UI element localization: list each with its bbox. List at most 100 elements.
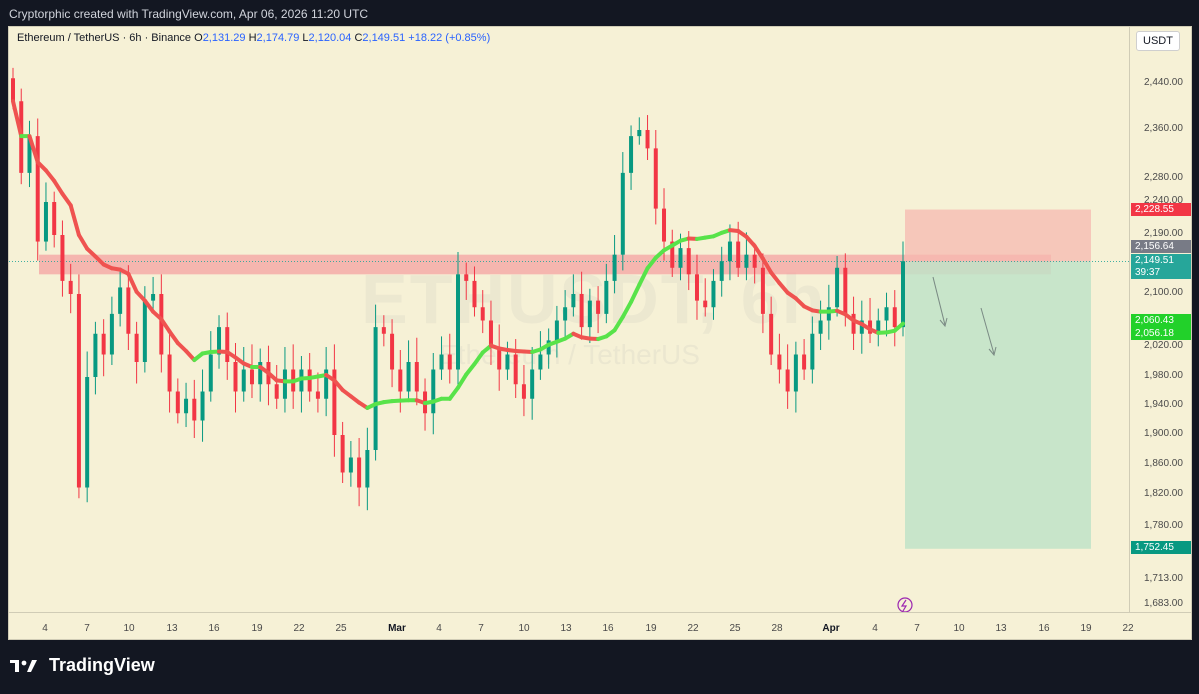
time-tick: 7	[84, 623, 90, 634]
candle-body	[225, 327, 230, 362]
time-tick: 4	[872, 623, 878, 634]
candle-body	[68, 280, 73, 294]
price-tick: 2,190.00	[1144, 228, 1183, 239]
candle-body	[637, 130, 642, 137]
candle-body	[744, 254, 749, 268]
symbol-label: Ethereum / TetherUS · 6h · Binance	[17, 32, 192, 44]
time-tick: 10	[953, 623, 965, 634]
candle-body	[348, 457, 353, 473]
candle-body	[686, 248, 691, 275]
candle-body	[480, 307, 485, 321]
time-tick: 19	[1080, 623, 1092, 634]
candle-body	[398, 369, 403, 392]
candle-body	[109, 313, 114, 355]
target-high-label: 2,228.55	[1131, 203, 1191, 216]
time-tick: 4	[42, 623, 48, 634]
close-value: 2,149.51	[362, 32, 406, 44]
candle-body	[85, 377, 90, 488]
candle-body	[563, 307, 568, 321]
moving-average-segment	[472, 350, 485, 366]
low-value: 2,120.04	[308, 32, 352, 44]
time-axis[interactable]: 4 7 10 13 16 19 22 25 Mar 4 7 10 13 16 1…	[9, 612, 1191, 641]
candle-body	[612, 254, 617, 281]
lightning-glyph	[900, 599, 908, 612]
candle-body	[810, 333, 815, 370]
candle-body	[365, 450, 370, 488]
candle-body	[126, 287, 131, 334]
time-tick: 13	[995, 623, 1007, 634]
chart-panel[interactable]: ETHUSDT, 6h Ethereum / TetherUS Ethereum…	[8, 26, 1192, 640]
candle-body	[596, 300, 601, 314]
candle-body	[142, 300, 147, 362]
time-tick: 16	[602, 623, 614, 634]
candle-body	[373, 327, 378, 450]
moving-average-segment	[43, 168, 57, 183]
candle-body	[530, 369, 535, 399]
time-tick: 22	[687, 623, 699, 634]
ma-label-a: 2,060.43	[1131, 314, 1191, 327]
candle-body	[241, 369, 246, 392]
candle-body	[521, 384, 526, 399]
candle-body	[357, 457, 362, 488]
candle-body	[727, 241, 732, 262]
time-tick: 10	[123, 623, 135, 634]
time-tick: 19	[251, 623, 263, 634]
open-key: O	[194, 32, 203, 44]
lightning-event-icon	[897, 597, 913, 612]
candle-body	[579, 294, 584, 328]
candle-body	[456, 274, 460, 370]
price-tick: 1,860.00	[1144, 458, 1183, 469]
candle-body	[711, 280, 716, 308]
candle-body	[151, 294, 156, 301]
tradingview-wordmark: TradingView	[49, 655, 155, 675]
candle-body	[587, 300, 592, 328]
candle-body	[769, 313, 774, 355]
moving-average-segment	[620, 299, 634, 319]
top-bar: Cryptorphic created with TradingView.com…	[0, 0, 1199, 26]
price-tick: 1,780.00	[1144, 520, 1183, 531]
candle-body	[802, 354, 807, 370]
moving-average-segment	[52, 178, 65, 196]
candle-body	[777, 354, 782, 370]
time-tick: 10	[518, 623, 530, 634]
price-plot[interactable]	[9, 27, 1129, 612]
candle-body	[52, 202, 57, 235]
moving-average-segment	[60, 191, 73, 208]
candle-body	[604, 280, 609, 314]
candle-body	[472, 280, 477, 308]
ma-label-b: 2,056.18	[1131, 327, 1191, 340]
candle-body	[439, 354, 444, 370]
time-tick: 25	[729, 623, 741, 634]
candle-body	[818, 320, 823, 334]
time-tick: 4	[436, 623, 442, 634]
time-tick: 19	[645, 623, 657, 634]
open-value: 2,131.29	[202, 32, 246, 44]
moving-average-segment	[76, 233, 90, 251]
candle-body	[620, 172, 625, 255]
tradingview-logo-icon	[10, 660, 37, 673]
resistance-zone	[39, 254, 1051, 275]
moving-average-segment	[464, 362, 477, 377]
price-axis[interactable]: USDT 2,440.00 2,360.00 2,280.00 2,240.00…	[1129, 27, 1193, 612]
candle-body	[184, 398, 189, 414]
level-label: 2,156.64	[1131, 240, 1191, 253]
candle-body	[662, 208, 667, 242]
candle-body	[538, 354, 543, 370]
price-tick: 2,360.00	[1144, 123, 1183, 134]
candle-body	[60, 235, 65, 281]
candle-body	[118, 287, 123, 314]
candle-body	[274, 384, 279, 399]
ohlc-legend: Ethereum / TetherUS · 6h · Binance O2,13…	[17, 32, 490, 44]
take-profit-zone	[905, 261, 1091, 549]
candle-body	[736, 241, 741, 268]
candle-body	[315, 391, 320, 399]
currency-button[interactable]: USDT	[1136, 31, 1180, 51]
candle-body	[826, 307, 831, 321]
time-tick: 22	[293, 623, 305, 634]
time-tick: 28	[771, 623, 783, 634]
candle-body	[653, 148, 658, 209]
candle-body	[513, 354, 518, 385]
price-tick: 2,280.00	[1144, 172, 1183, 183]
candle-body	[192, 398, 197, 421]
candle-body	[134, 333, 139, 362]
